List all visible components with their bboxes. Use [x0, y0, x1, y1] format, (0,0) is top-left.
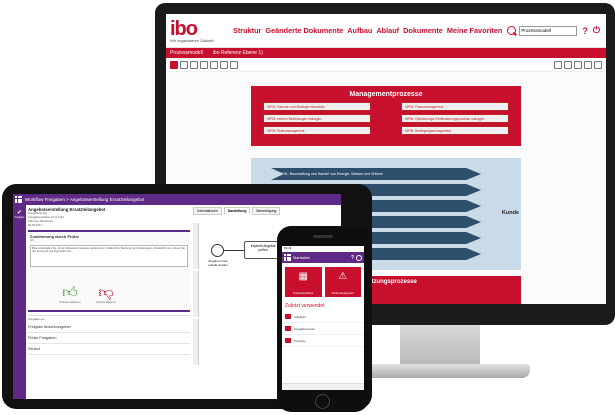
management-process-box[interactable]: MP04: Finanzmanagement: [401, 102, 509, 111]
phone-screen: 09:41 Startseiten ? ▦ Prozesslandkarte ⚠…: [282, 246, 364, 390]
breadcrumb-item[interactable]: Prozessmodell: [170, 50, 203, 56]
mail-icon[interactable]: [574, 60, 582, 69]
app-grid-icon[interactable]: [15, 196, 22, 203]
start-event[interactable]: [211, 244, 224, 257]
start-event-caption: Angebot muss erstellt werden: [208, 259, 228, 267]
search-area: ? ⏻: [507, 25, 600, 36]
tab-darstellung[interactable]: Darstellung: [223, 207, 251, 215]
nav-item-meine-favoriten[interactable]: Meine Favoriten: [447, 26, 503, 35]
help-button[interactable]: ?: [351, 255, 354, 261]
recent-item[interactable]: Aufgaben: [282, 311, 364, 323]
workflow-header: Workflow Freigaben > Angebotserstellung …: [13, 194, 341, 205]
core-process-arrow[interactable]: KP01: Beschaffung und Handel von Energie…: [271, 168, 481, 180]
diagram-tabs: Informationen Darstellung Berechtigung: [193, 207, 341, 215]
search-icon[interactable]: [507, 25, 517, 36]
reject-button[interactable]: 👎︎ Prozess ablehnen: [94, 284, 118, 308]
swimlane: [193, 223, 199, 269]
recent-item[interactable]: Prozesse: [282, 335, 364, 347]
section-freigabe-abschlussgeber[interactable]: Freigabe Abschlussgeber: [28, 322, 190, 333]
search-input[interactable]: [519, 25, 578, 36]
power-icon[interactable]: [356, 254, 362, 261]
customer-label: Kunde: [501, 210, 519, 216]
tab-informationen[interactable]: Informationen: [193, 207, 222, 215]
breadcrumb: Prozessmodell ibo Referenz Ebene 1): [166, 48, 606, 58]
phone-home-button[interactable]: [315, 394, 330, 409]
comment-field[interactable]: Bitte entscheiden Sie, ob der Dokument f…: [30, 244, 188, 267]
thumbs-up-icon: 👍︎: [62, 283, 78, 301]
app-header: ibo Wir organisieren Zukunft. Struktur G…: [166, 14, 606, 48]
app-grid-icon[interactable]: [284, 254, 291, 261]
product-montage: ibo Wir organisieren Zukunft. Struktur G…: [0, 0, 615, 415]
approval-section: Zustimmung durch Prüfer Ich Bitte entsch…: [28, 229, 190, 312]
zoom-fit-icon[interactable]: [200, 60, 208, 69]
main-nav: Struktur Geänderte Dokumente Aufbau Abla…: [233, 26, 502, 35]
recent-title: Zuletzt verwendet: [285, 303, 325, 309]
document-icon: [285, 314, 291, 319]
zoom-width-icon[interactable]: [210, 60, 218, 69]
zoom-reset-icon[interactable]: [230, 60, 238, 69]
ibo-logo[interactable]: ibo Wir organisieren Zukunft.: [170, 19, 225, 43]
thumbs-down-icon: 👎︎: [98, 283, 114, 301]
process-map-icon: ▦: [298, 271, 308, 282]
management-process-box[interactable]: MP06: Optimierungs-/Verbesserungsprozess…: [401, 114, 509, 123]
management-processes: Managementprozesse MP01: Visionen und St…: [251, 86, 521, 146]
decision-buttons: 👍︎ Prozess zustimmen 👎︎ Prozess ablehnen: [58, 284, 118, 308]
nav-item-struktur[interactable]: Struktur: [233, 26, 261, 35]
zoom-page-icon[interactable]: [220, 60, 228, 69]
monitor-stand: [400, 325, 480, 367]
zoom-in-icon[interactable]: [180, 60, 188, 69]
breadcrumb-item[interactable]: ibo Referenz Ebene 1): [213, 50, 263, 56]
sidebar-item-freigabe[interactable]: Freigabe: [13, 216, 26, 219]
nav-item-geaenderte-dokumente[interactable]: Geänderte Dokumente: [265, 26, 343, 35]
section-verlauf[interactable]: Verlauf: [28, 344, 190, 355]
comment-icon[interactable]: [564, 60, 572, 69]
approval-role: Ich: [30, 237, 34, 242]
phone-speaker: [313, 235, 333, 238]
checkmark-icon[interactable]: ✔: [13, 209, 26, 216]
phone-header: Startseiten ?: [282, 252, 364, 263]
monitor-base: [360, 364, 530, 378]
print-icon[interactable]: [594, 60, 602, 69]
power-icon[interactable]: ⏻: [593, 25, 600, 36]
approval-panel: Angebotserstellung Ersatzteilangebot Fre…: [28, 207, 190, 397]
nav-item-ablauf[interactable]: Ablauf: [376, 26, 399, 35]
phone-bottom-bar: [282, 383, 364, 390]
home-icon[interactable]: [170, 60, 178, 69]
phone-device: 09:41 Startseiten ? ▦ Prozesslandkarte ⚠…: [277, 226, 369, 412]
favorite-star-icon[interactable]: [584, 60, 592, 69]
tile-risk[interactable]: ⚠ Risikomanagement: [324, 267, 361, 297]
swimlane: [193, 271, 199, 317]
recent-item[interactable]: Freigabeprozess: [282, 323, 364, 335]
help-button[interactable]: ?: [582, 26, 588, 36]
approve-button[interactable]: 👍︎ Prozess zustimmen: [58, 284, 82, 308]
document-meta: Freigabeantrag Freigabeworkflow (v1.0.0.…: [28, 211, 65, 227]
diagram-toolbar: [166, 58, 606, 72]
workflow-sidebar: ✔ Freigabe: [13, 205, 26, 399]
warning-icon: ⚠: [338, 271, 348, 282]
document-icon: [285, 338, 291, 343]
workflow-breadcrumb[interactable]: Workflow Freigaben > Angebotserstellung …: [25, 197, 144, 202]
start-tiles: ▦ Prozesslandkarte ⚠ Risikomanagement: [282, 263, 364, 301]
sequence-flow: [224, 250, 244, 251]
management-process-box[interactable]: MP01: Visionen und Strategie entwickeln: [263, 102, 371, 111]
management-process-box[interactable]: MP03: Risikomanagement: [263, 126, 371, 135]
zoom-out-icon[interactable]: [190, 60, 198, 69]
share-icon[interactable]: [554, 60, 562, 69]
management-process-box[interactable]: MP05: Beteiligungsmanagement: [401, 126, 509, 135]
swimlane: [193, 319, 199, 365]
section-finale-freigaben[interactable]: Finale Freigaben: [28, 333, 190, 344]
nav-item-aufbau[interactable]: Aufbau: [347, 26, 372, 35]
management-title: Managementprozesse: [349, 91, 423, 98]
nav-item-dokumente[interactable]: Dokumente: [403, 26, 443, 35]
document-icon: [285, 326, 291, 331]
tab-berechtigung[interactable]: Berechtigung: [252, 207, 281, 215]
phone-title: Startseiten: [293, 255, 311, 260]
tile-process-map[interactable]: ▦ Prozesslandkarte: [285, 267, 322, 297]
management-process-box[interactable]: MP02: externe Beziehungen managen: [263, 114, 371, 123]
